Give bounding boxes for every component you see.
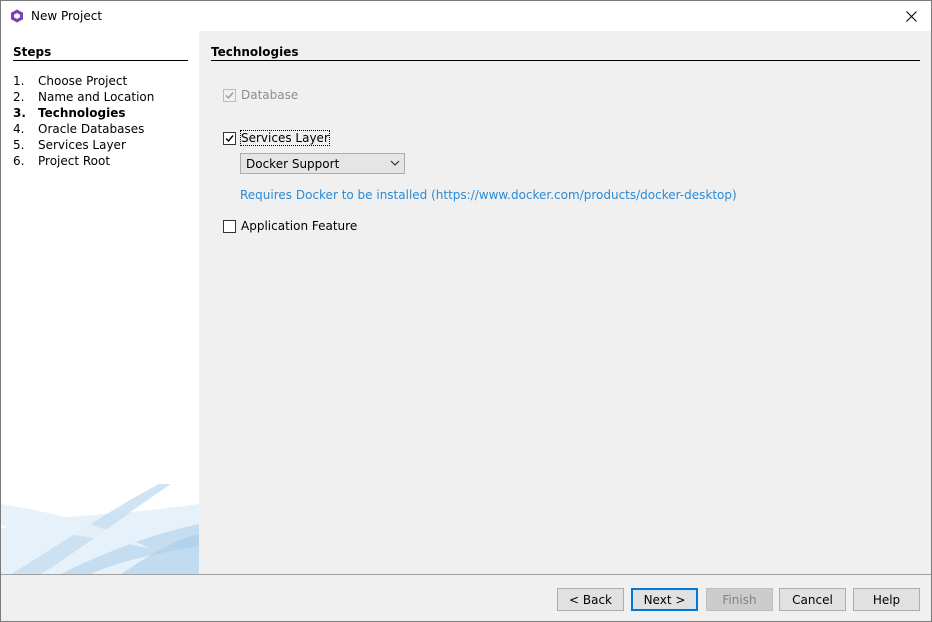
step-item-current: 3. Technologies — [13, 105, 154, 121]
application-feature-checkbox[interactable] — [223, 219, 236, 233]
docker-select-value: Docker Support — [246, 156, 340, 171]
back-button[interactable]: < Back — [557, 588, 624, 611]
checkmark-icon — [225, 91, 234, 99]
steps-title: Steps — [13, 45, 52, 59]
database-option: Database — [223, 88, 298, 102]
step-item: 5. Services Layer — [13, 137, 154, 153]
help-button[interactable]: Help — [853, 588, 920, 611]
step-item: 4. Oracle Databases — [13, 121, 154, 137]
step-number: 2. — [13, 90, 25, 104]
step-label: Technologies — [38, 106, 126, 120]
button-bar: < Back Next > Finish Cancel Help — [1, 574, 931, 621]
technologies-panel: Technologies Database Services Layer Doc… — [199, 31, 931, 574]
finish-button[interactable]: Finish — [706, 588, 773, 611]
step-number: 6. — [13, 154, 25, 168]
steps-panel: Steps 1. Choose Project 2. Name and Locati… — [1, 31, 199, 574]
close-icon — [905, 10, 917, 22]
database-label: Database — [241, 88, 299, 102]
step-number: 1. — [13, 74, 25, 88]
step-item: 6. Project Root — [13, 153, 154, 169]
section-title: Technologies — [211, 45, 299, 59]
steps-list: 1. Choose Project 2. Name and Location 3. T… — [13, 73, 154, 169]
application-feature-option[interactable]: Application Feature — [223, 219, 357, 233]
decorative-swoosh — [1, 484, 199, 574]
services-layer-label[interactable]: Services Layer — [240, 130, 330, 146]
section-divider — [211, 60, 920, 61]
checkmark-icon — [225, 134, 234, 142]
step-label: Name and Location — [38, 90, 155, 104]
database-checkbox — [223, 88, 236, 102]
step-label: Services Layer — [38, 138, 126, 152]
step-item: 2. Name and Location — [13, 89, 154, 105]
next-button[interactable]: Next > — [631, 588, 698, 611]
chevron-down-icon — [390, 160, 400, 166]
services-layer-option[interactable]: Services Layer — [223, 130, 330, 146]
step-item: 1. Choose Project — [13, 73, 154, 89]
new-project-dialog: New Project Steps 1. Choose Project 2. Nam… — [0, 0, 932, 622]
window-title: New Project — [31, 9, 103, 23]
services-layer-checkbox[interactable] — [223, 131, 236, 145]
title-bar: New Project — [1, 1, 931, 31]
docker-support-select[interactable]: Docker Support — [240, 153, 405, 174]
app-icon — [10, 9, 24, 23]
step-label: Oracle Databases — [38, 122, 145, 136]
close-button[interactable] — [891, 1, 931, 31]
cancel-button[interactable]: Cancel — [779, 588, 846, 611]
docker-requirement-link[interactable]: Requires Docker to be installed (https:/… — [240, 188, 737, 202]
step-number: 3. — [13, 106, 26, 120]
step-number: 5. — [13, 138, 25, 152]
application-feature-label[interactable]: Application Feature — [241, 219, 357, 233]
step-number: 4. — [13, 122, 25, 136]
step-label: Choose Project — [38, 74, 128, 88]
steps-divider — [13, 60, 188, 61]
step-label: Project Root — [38, 154, 111, 168]
